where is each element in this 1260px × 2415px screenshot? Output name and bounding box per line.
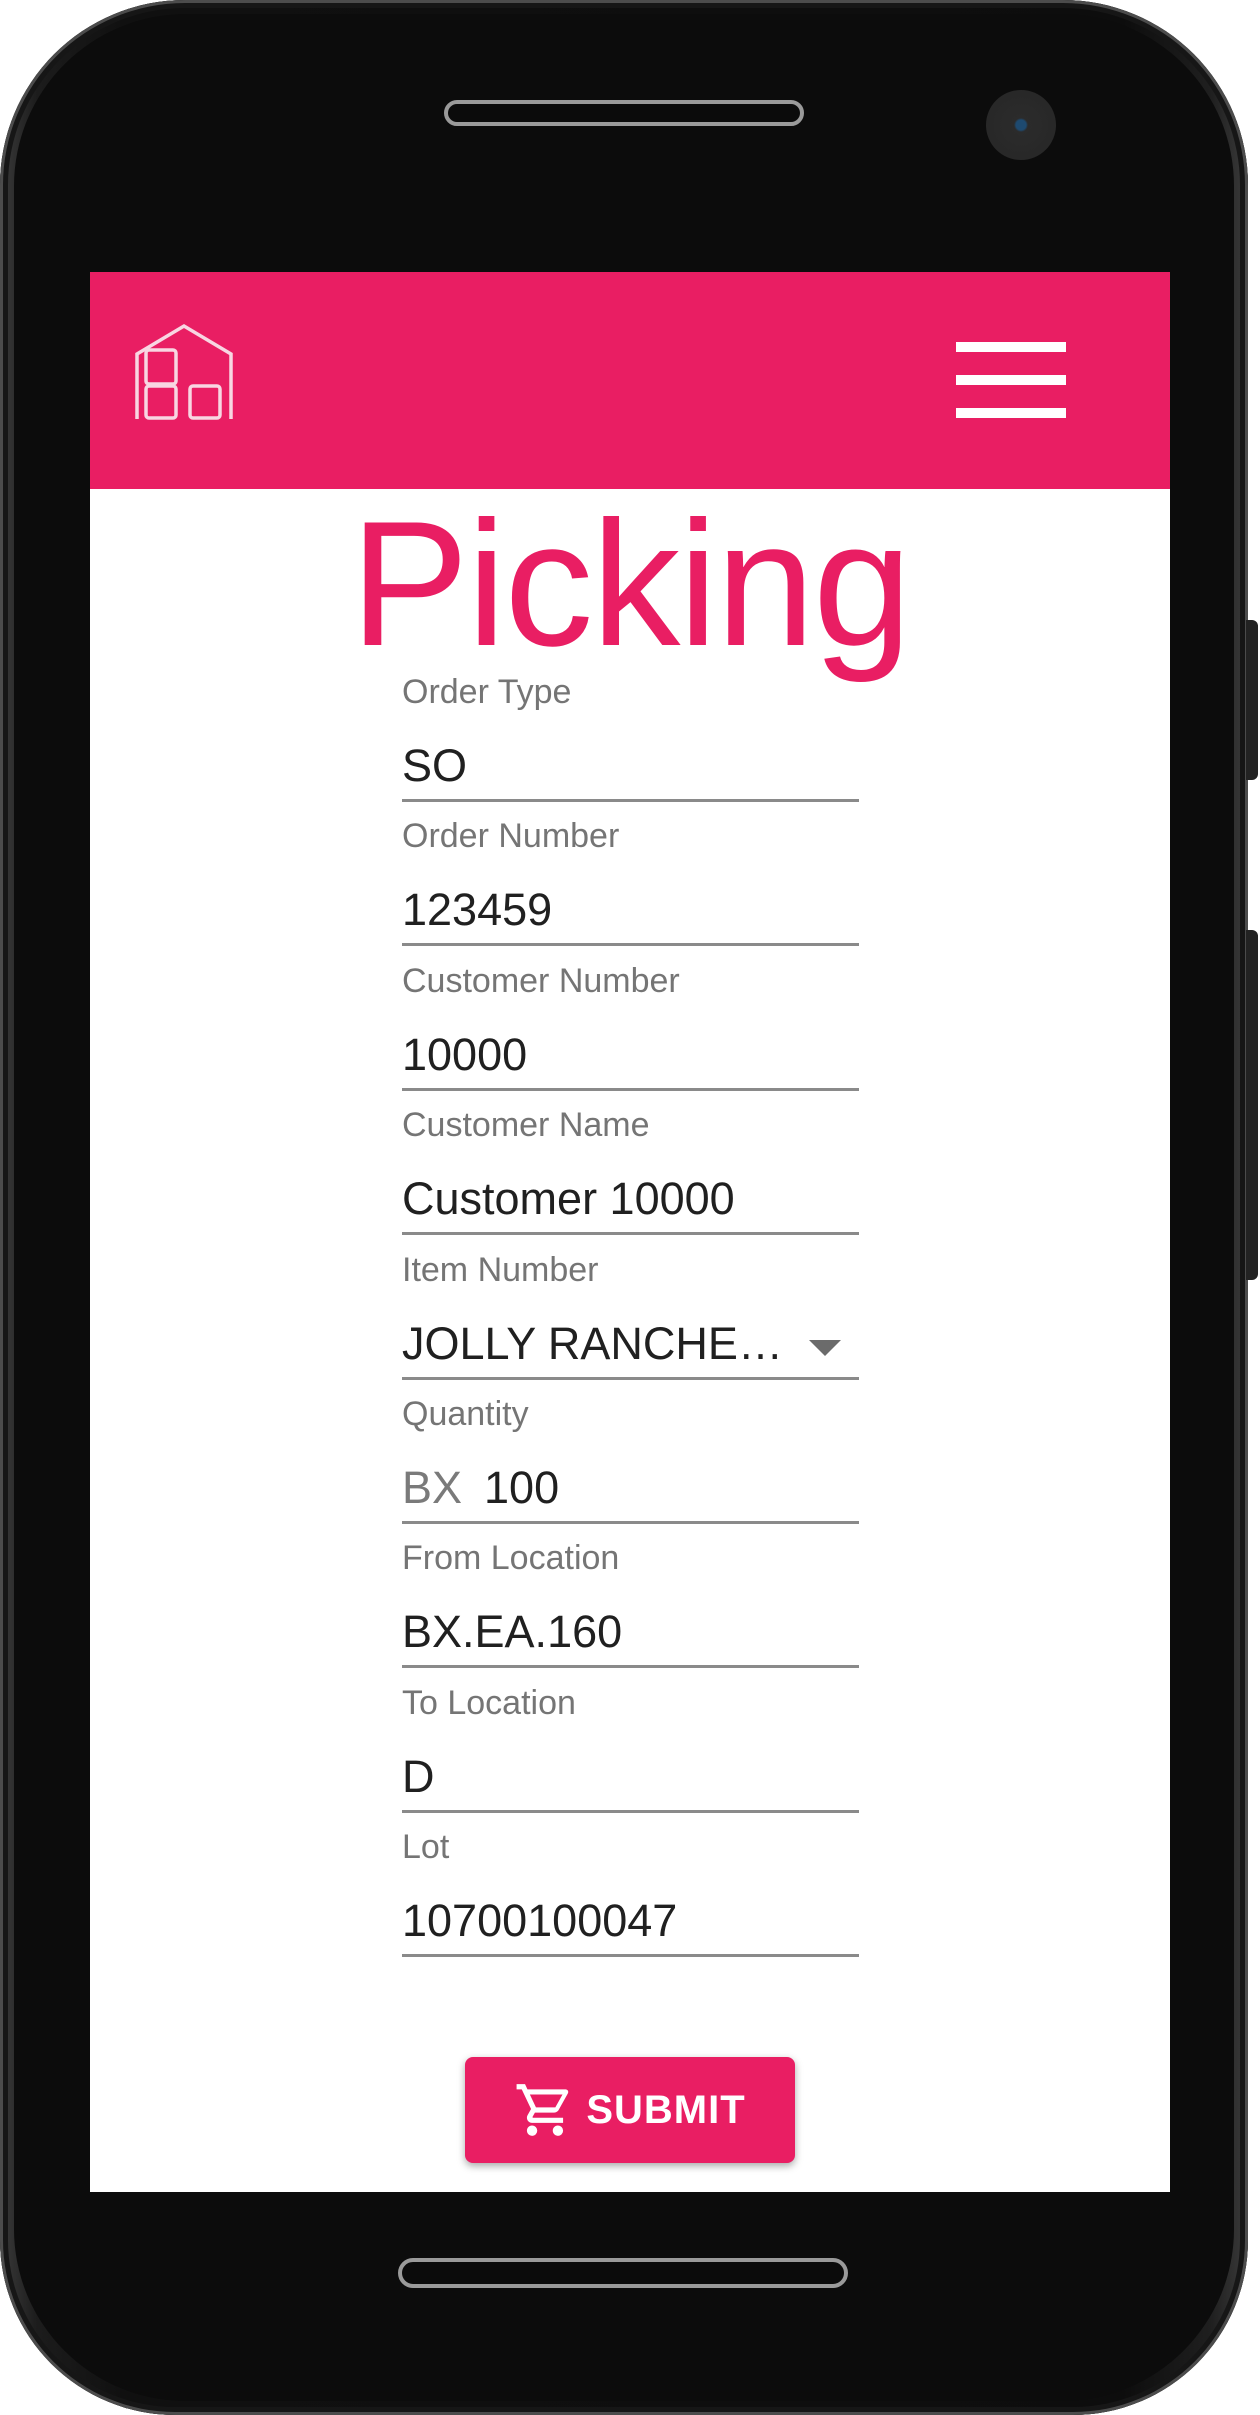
customer-number-field: Customer Number 10000 [402, 961, 859, 1105]
submit-button[interactable]: SUBMIT [465, 2057, 795, 2163]
from-location-value: BX.EA.160 [402, 1606, 623, 1658]
customer-name-value: Customer 10000 [402, 1173, 735, 1225]
menu-line [956, 342, 1066, 352]
to-location-field: To Location D [402, 1683, 859, 1827]
quantity-field: Quantity BX 100 [402, 1394, 859, 1538]
menu-line [956, 408, 1066, 418]
from-location-input[interactable]: BX.EA.160 [402, 1596, 859, 1669]
from-location-field: From Location BX.EA.160 [402, 1538, 859, 1682]
quantity-input[interactable]: BX 100 [402, 1452, 859, 1524]
customer-name-input[interactable]: Customer 10000 [402, 1163, 859, 1236]
volume-button [1246, 620, 1258, 780]
app-bar [90, 272, 1170, 489]
quantity-value: 100 [484, 1461, 560, 1513]
power-button [1246, 930, 1258, 1280]
earpiece-speaker [444, 100, 804, 126]
front-camera [986, 90, 1056, 160]
app-screen: Picking Order Type SO Order Number 12345… [90, 272, 1170, 2192]
customer-number-value: 10000 [402, 1028, 528, 1080]
hamburger-menu-icon[interactable] [956, 342, 1066, 418]
customer-number-label: Customer Number [402, 961, 680, 1000]
order-type-input[interactable]: SO [402, 730, 859, 802]
lot-input[interactable]: 10700100047 [402, 1885, 859, 1958]
item-number-label: Item Number [402, 1250, 599, 1289]
order-number-value: 123459 [402, 884, 553, 936]
submit-label: SUBMIT [586, 2087, 746, 2132]
cart-icon [516, 2084, 569, 2136]
lot-value: 10700100047 [402, 1895, 678, 1947]
to-location-input[interactable]: D [402, 1741, 859, 1813]
dropdown-arrow-icon[interactable] [809, 1339, 841, 1356]
item-number-select[interactable]: JOLLY RANCHE… [402, 1308, 859, 1380]
lot-field: Lot 10700100047 [402, 1827, 859, 1971]
customer-name-field: Customer Name Customer 10000 [402, 1105, 859, 1249]
page-title: Picking [350, 484, 912, 683]
order-number-input[interactable]: 123459 [402, 874, 859, 947]
to-location-label: To Location [402, 1683, 576, 1722]
order-type-label: Order Type [402, 673, 572, 711]
bottom-speaker [398, 2258, 848, 2288]
order-number-field: Order Number 123459 [402, 816, 859, 960]
quantity-label: Quantity [402, 1394, 529, 1433]
order-number-label: Order Number [402, 817, 620, 856]
customer-number-input[interactable]: 10000 [402, 1019, 859, 1091]
from-location-label: From Location [402, 1539, 620, 1578]
customer-name-label: Customer Name [402, 1106, 650, 1145]
picking-form: Order Type SO Order Number 123459 Custom… [402, 672, 859, 1972]
order-type-value: SO [402, 740, 468, 791]
warehouse-icon[interactable] [134, 322, 234, 422]
item-number-value: JOLLY RANCHE… [402, 1317, 783, 1369]
order-type-field: Order Type SO [402, 672, 859, 816]
lot-label: Lot [402, 1828, 450, 1867]
item-number-field: Item Number JOLLY RANCHE… [402, 1250, 859, 1394]
quantity-unit: BX [402, 1461, 463, 1513]
menu-line [956, 375, 1066, 385]
to-location-value: D [402, 1750, 435, 1802]
